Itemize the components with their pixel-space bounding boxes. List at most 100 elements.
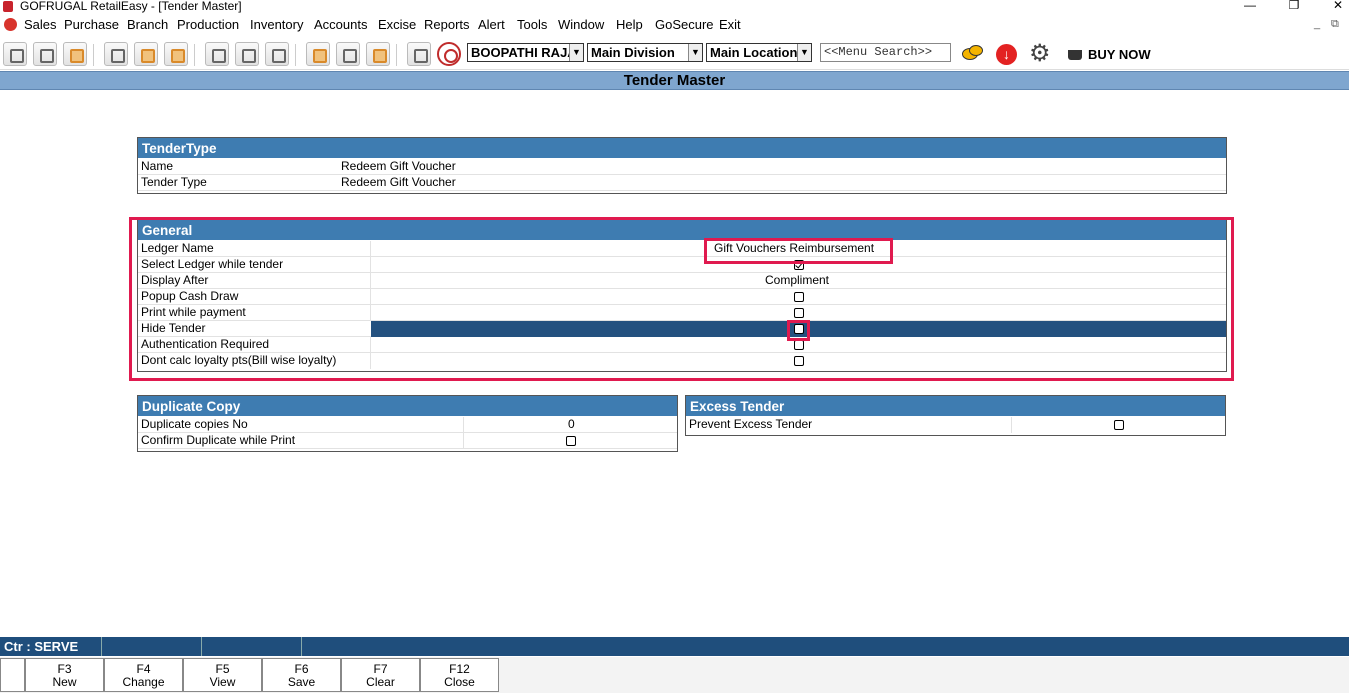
- duplicate-copy-panel: Duplicate Copy Duplicate copies No 0 Con…: [137, 395, 678, 452]
- menu-search-input[interactable]: <<Menu Search>>: [820, 43, 951, 62]
- duplicate-copies-value[interactable]: 0: [568, 417, 575, 432]
- tender-type-header: TenderType: [138, 138, 1226, 159]
- new-button[interactable]: F3 New: [25, 658, 104, 692]
- sales-cart-icon[interactable]: [3, 42, 27, 66]
- duplicate-copies-label: Duplicate copies No: [141, 417, 248, 431]
- confirm-duplicate-label: Confirm Duplicate while Print: [141, 433, 296, 447]
- tender-type-label: Tender Type: [141, 175, 207, 189]
- ledger-name-highlight-box: [704, 238, 893, 264]
- toolbar-separator: [194, 44, 195, 66]
- stock-icon[interactable]: [306, 42, 330, 66]
- save-label: Save: [287, 675, 316, 689]
- chevron-down-icon[interactable]: ▼: [688, 44, 702, 61]
- status-bar: Ctr : SERVE: [0, 637, 1349, 656]
- user-select-value: BOOPATHI RAJA: [471, 45, 577, 60]
- app-menu-icon[interactable]: [4, 18, 17, 31]
- table-row[interactable]: Tender Type Redeem Gift Voucher: [138, 175, 1226, 191]
- change-button[interactable]: F4 Change: [104, 658, 183, 692]
- name-value[interactable]: Redeem Gift Voucher: [341, 159, 456, 174]
- general-highlight-box: [129, 217, 1234, 381]
- printer-icon[interactable]: [205, 42, 229, 66]
- menu-purchase[interactable]: Purchase: [64, 17, 119, 32]
- excess-tender-header: Excess Tender: [686, 396, 1225, 417]
- clear-label: Clear: [366, 675, 395, 689]
- clear-button[interactable]: F7 Clear: [341, 658, 420, 692]
- minimize-button[interactable]: —: [1240, 0, 1260, 12]
- fkey-spacer: [0, 658, 25, 692]
- menu-exit[interactable]: Exit: [719, 17, 741, 32]
- purchase-cart-icon[interactable]: [235, 42, 259, 66]
- window-title: GOFRUGAL RetailEasy - [Tender Master]: [20, 0, 242, 13]
- sales-order-icon[interactable]: [63, 42, 87, 66]
- tools-icon[interactable]: [366, 42, 390, 66]
- mdi-restore-button[interactable]: ⧉: [1331, 18, 1339, 31]
- division-select[interactable]: Main Division ▼: [587, 43, 703, 62]
- save-button[interactable]: F6 Save: [262, 658, 341, 692]
- purchase-return-icon[interactable]: [265, 42, 289, 66]
- quotation-icon[interactable]: [104, 42, 128, 66]
- menu-excise[interactable]: Excise: [378, 17, 416, 32]
- table-row[interactable]: Confirm Duplicate while Print: [138, 433, 677, 449]
- mdi-minimize-button[interactable]: _: [1314, 18, 1320, 30]
- division-select-value: Main Division: [591, 45, 675, 60]
- name-label: Name: [141, 159, 174, 173]
- form-area: TenderType Name Redeem Gift Voucher Tend…: [0, 91, 1349, 636]
- menu-gosecure[interactable]: GoSecure: [655, 17, 714, 32]
- tender-type-panel: TenderType Name Redeem Gift Voucher Tend…: [137, 137, 1227, 194]
- table-row[interactable]: Prevent Excess Tender: [686, 417, 1225, 433]
- sales-return-icon[interactable]: [33, 42, 57, 66]
- menu-tools[interactable]: Tools: [517, 17, 547, 32]
- menu-accounts[interactable]: Accounts: [314, 17, 367, 32]
- confirm-duplicate-checkbox[interactable]: [566, 436, 576, 446]
- status-cell: [102, 637, 202, 656]
- toolbar-separator: [295, 44, 296, 66]
- close-label: Close: [444, 675, 475, 689]
- chat-icon[interactable]: [962, 45, 984, 63]
- toolbar-separator: [93, 44, 94, 66]
- menu-sales[interactable]: Sales: [24, 17, 57, 32]
- close-form-button[interactable]: F12 Close: [420, 658, 499, 692]
- menu-reports[interactable]: Reports: [424, 17, 470, 32]
- hide-tender-highlight-box: [787, 320, 810, 341]
- menu-inventory[interactable]: Inventory: [250, 17, 303, 32]
- buy-now-button[interactable]: BUY NOW: [1068, 47, 1151, 62]
- user-select[interactable]: BOOPATHI RAJA ▼: [467, 43, 584, 62]
- close-button[interactable]: ✕: [1328, 0, 1348, 12]
- menu-window[interactable]: Window: [558, 17, 604, 32]
- tender-type-value[interactable]: Redeem Gift Voucher: [341, 175, 456, 190]
- prevent-excess-checkbox[interactable]: [1114, 420, 1124, 430]
- excess-tender-panel: Excess Tender Prevent Excess Tender: [685, 395, 1226, 436]
- power-icon[interactable]: [437, 42, 461, 66]
- toolbar-separator: [396, 44, 397, 66]
- download-icon[interactable]: ↓: [996, 44, 1017, 65]
- app-logo-icon: [3, 1, 13, 12]
- function-key-bar: F3 New F4 Change F5 View F6 Save F7 Clea…: [0, 657, 1349, 693]
- view-button[interactable]: F5 View: [183, 658, 262, 692]
- status-cell: [202, 637, 302, 656]
- delivery-icon[interactable]: [134, 42, 158, 66]
- menu-help[interactable]: Help: [616, 17, 643, 32]
- toolbar: BOOPATHI RAJA ▼ Main Division ▼ Main Loc…: [0, 38, 1349, 70]
- page-title: Tender Master: [0, 71, 1349, 90]
- chevron-down-icon[interactable]: ▼: [569, 44, 583, 61]
- customer-icon[interactable]: [164, 42, 188, 66]
- stock-transfer-icon[interactable]: [336, 42, 360, 66]
- chevron-down-icon[interactable]: ▼: [797, 44, 811, 61]
- prevent-excess-label: Prevent Excess Tender: [689, 417, 813, 431]
- view-label: View: [209, 675, 236, 689]
- gear-icon[interactable]: ⚙: [1029, 42, 1051, 66]
- location-select[interactable]: Main Location ▼: [706, 43, 812, 62]
- title-bar: GOFRUGAL RetailEasy - [Tender Master] — …: [0, 0, 1349, 14]
- table-row[interactable]: Duplicate copies No 0: [138, 417, 677, 433]
- buy-now-label: BUY NOW: [1088, 47, 1151, 62]
- menu-alert[interactable]: Alert: [478, 17, 505, 32]
- chart-icon[interactable]: [407, 42, 431, 66]
- menu-production[interactable]: Production: [177, 17, 239, 32]
- new-label: New: [52, 675, 77, 689]
- cart-icon: [1068, 50, 1082, 60]
- counter-status: Ctr : SERVE: [0, 637, 102, 656]
- menu-branch[interactable]: Branch: [127, 17, 168, 32]
- location-select-value: Main Location: [710, 45, 798, 60]
- maximize-button[interactable]: ❐: [1284, 0, 1304, 12]
- table-row[interactable]: Name Redeem Gift Voucher: [138, 159, 1226, 175]
